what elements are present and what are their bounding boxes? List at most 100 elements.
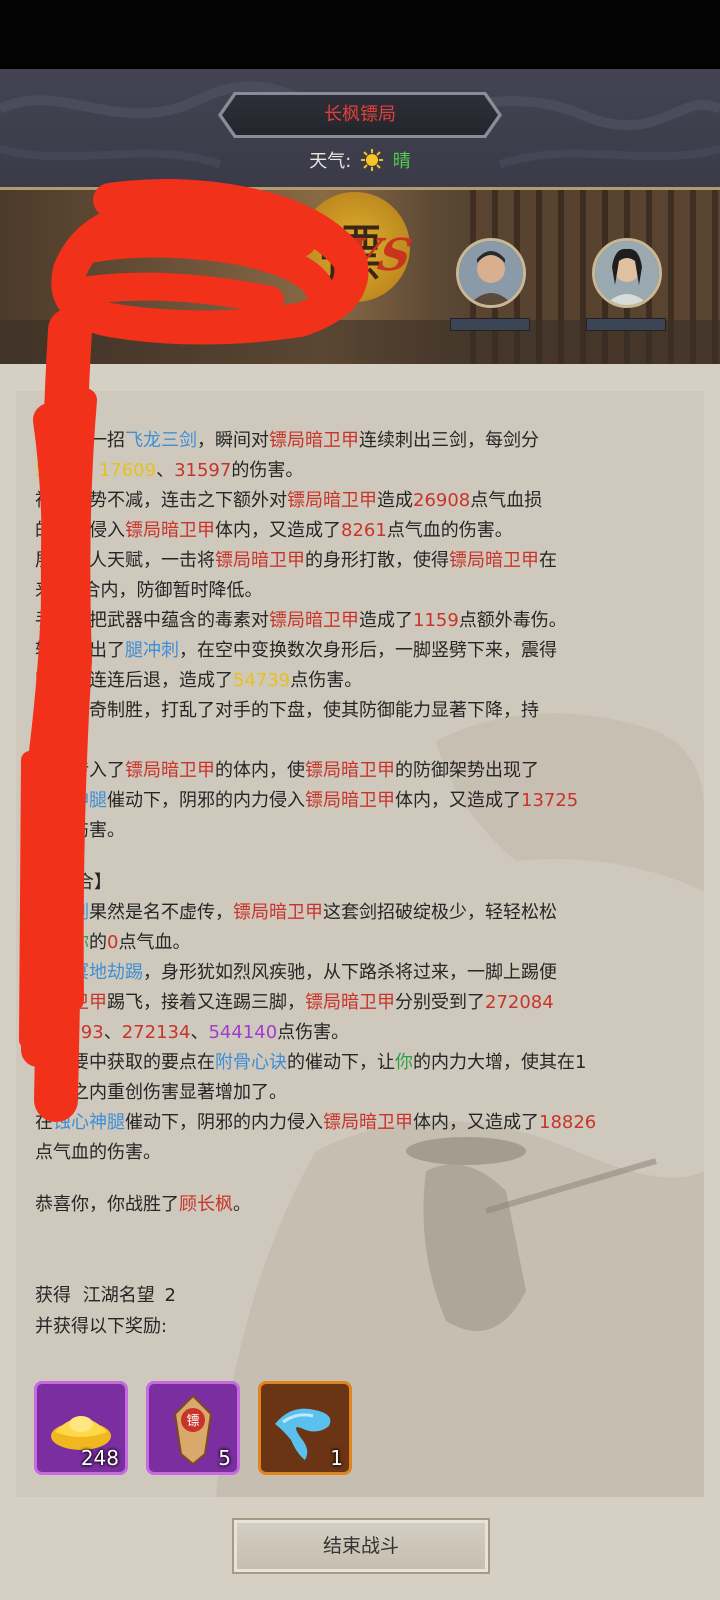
log-keyword: 镖局暗卫甲 [305,790,395,811]
reward-item-gold[interactable]: 248 [34,1381,128,1475]
log-text-segment: 的伤害。 [231,460,304,481]
log-text-segment: 连连后退，造成了 [89,670,233,691]
log-text-segment: 体内，又造成了 [395,790,521,811]
log-keyword: 蚀心神腿 [35,790,107,811]
log-text-segment: 血的伤害。 [35,820,125,841]
log-line: 转身使出了腿冲刺，在空中变换数次身形后，一脚竖劈下来，震得 [35,636,685,666]
reward-item-qty: 1 [330,1446,343,1470]
log-line: 出玄冥地劫踢，身形犹如烈风疾驰，从下路杀将过来，一脚上踢便 [35,958,685,988]
weather-label: 天气: [309,151,352,172]
log-keyword: 31597 [174,460,232,481]
vs-icon: VS [339,230,417,281]
log-text-segment: 连续刺出三剑，每剑分 [359,430,539,451]
log-line: 血的伤害。 [35,816,685,846]
log-line: 点气血的伤害。 [35,1138,685,1168]
log-text-segment: 回合。 [35,730,89,751]
weather-row: 天气: 晴 [0,148,720,176]
log-line: 内力传入了镖局暗卫甲的体内，使镖局暗卫甲的防御架势出现了 [35,756,685,786]
log-text-segment: 的防御架势出现了 [395,760,539,781]
log-keyword: 272084 [485,992,554,1013]
log-keyword: 镖局暗卫甲 [305,992,395,1013]
log-text-segment: 来2回合内，防御暂时降低。 [35,580,263,601]
log-text-segment: 体内，又造成了 [413,1112,539,1133]
log-text-segment: 的内力大增，使其在1 [413,1052,587,1073]
log-text-segment: 点气血。 [118,932,191,953]
log-line: 272193、272134、544140点伤害。 [35,1018,685,1048]
log-keyword: 17609 [98,460,157,481]
log-line: 暗卫甲连连后退，造成了54739点伤害。 [35,666,685,696]
log-line: 局暗卫甲踢飞，接着又连踢三脚，镖局暗卫甲分别受到了272084 [35,988,685,1018]
log-text-segment: 的剧毒侵入 [35,520,125,541]
log-text-segment: 。 [233,1194,251,1215]
log-keyword: 镖局暗卫甲 [323,1112,413,1133]
log-line: 手就是一招飞龙三剑，瞬间对镖局暗卫甲连续刺出三剑，每剑分 [35,426,685,456]
log-text-segment: 掉了 [35,932,71,953]
log-keyword: 龙密剑 [35,902,89,923]
log-keyword: 镖局暗卫甲 [233,902,323,923]
log-keyword: 顾长枫 [179,1194,233,1215]
log-text-segment: 点伤害。 [290,670,363,691]
reward-item-silk[interactable]: 1 [258,1381,352,1475]
enemy-hp-bar-1 [450,318,530,331]
reward-gain-amount: 2 [164,1285,176,1306]
log-text-segment: 转身使出了 [35,640,125,661]
log-keyword: 8261 [341,520,387,541]
log-text-segment: 点气血损 [470,490,543,511]
reward-gain-item: 江湖名望 [82,1285,155,1306]
log-text-segment: 在 [539,550,557,571]
battle-scene: 镖 VS [0,190,720,364]
log-line: 展现惊人天赋，一击将镖局暗卫甲的身形打散，使得镖局暗卫甲在 [35,546,685,576]
log-keyword: 18826 [539,1112,597,1133]
end-battle-button[interactable]: 结束战斗 [232,1518,490,1574]
log-text-segment: 内力传入了 [35,760,125,781]
log-text-segment: 踢飞，接着又连踢三脚， [107,992,305,1013]
svg-text:镖: 镖 [186,1413,199,1429]
log-line: 回合之内重创伤害显著增加了。 [35,1078,685,1108]
log-text-segment: 展现惊人天赋，一击将 [35,550,215,571]
log-line: 手中这把武器中蕴含的毒素对镖局暗卫甲造成了1159点额外毒伤。 [35,606,685,636]
enemy-portrait-2[interactable] [592,238,662,308]
page-title: 长枫镖局 [324,104,396,125]
log-text-segment: 的催动下，让 [287,1052,395,1073]
weather-value: 晴 [392,151,411,172]
log-text-segment: 点额外毒伤。 [458,610,567,631]
log-keyword: 5981 [35,460,81,481]
log-keyword: 1159 [413,610,459,631]
log-line: 神兵威势不减，连击之下额外对镖局暗卫甲造成26908点气血损 [35,486,685,516]
log-keyword: 蚀心神腿 [53,1112,125,1133]
log-keyword: 13725 [521,790,579,811]
log-text-segment: 回合之内重创伤害显著增加了。 [35,1082,287,1103]
log-text-segment: 神兵威势不减，连击之下额外对 [35,490,287,511]
enemy-portrait-1[interactable] [456,238,526,308]
log-keyword: 0 [107,932,119,953]
log-keyword: 局暗卫甲 [35,992,107,1013]
reward-extra-label: 并获得以下奖励: [35,1316,168,1337]
log-keyword: 镖局暗卫甲 [305,760,395,781]
log-keyword: 镖局暗卫甲 [449,550,539,571]
log-line: 恭喜你，你战胜了顾长枫。 [35,1190,685,1220]
log-keyword: 玄冥地劫踢 [53,962,143,983]
log-text-segment: 手中这把武器中蕴含的毒素对 [35,610,269,631]
log-text-segment: 手就是一招 [35,430,125,451]
log-keyword: 你 [395,1052,413,1073]
log-text-segment: ，身形犹如烈风疾驰，从下路杀将过来，一脚上踢便 [143,962,557,983]
log-text-segment: 、 [103,1022,122,1043]
log-text-segment: 这套剑招破绽极少，轻轻松松 [323,902,557,923]
log-line: 从精要中获取的要点在附骨心诀的催动下，让你的内力大增，使其在1 [35,1048,685,1078]
log-text-segment: 、 [190,1022,209,1043]
log-text-segment: ，瞬间对 [197,430,269,451]
log-line: 来2回合内，防御暂时降低。 [35,576,685,606]
swordsman-avatar-icon [595,241,659,305]
log-line: 掉了你的0点气血。 [35,928,685,958]
log-keyword: 腿冲刺 [125,640,179,661]
log-text-segment: 果然是名不虚传， [89,902,233,923]
reward-gain-label: 获得 [35,1285,71,1306]
log-text-segment: 从精要中获取的要点在 [35,1052,215,1073]
log-keyword: 镖局暗卫甲 [125,760,215,781]
log-text-segment: 、 [80,460,99,481]
battle-log: 手就是一招飞龙三剑，瞬间对镖局暗卫甲连续刺出三剑，每剑分 5981、17609、3… [35,426,685,1220]
reward-item-token[interactable]: 镖 5 [146,1381,240,1475]
log-line: 在蚀心神腿催动下，阴邪的内力侵入镖局暗卫甲体内，又造成了18826 [35,1108,685,1138]
warrior-avatar-icon [459,241,523,305]
log-line: 的剧毒侵入镖局暗卫甲体内，又造成了8261点气血的伤害。 [35,516,685,546]
